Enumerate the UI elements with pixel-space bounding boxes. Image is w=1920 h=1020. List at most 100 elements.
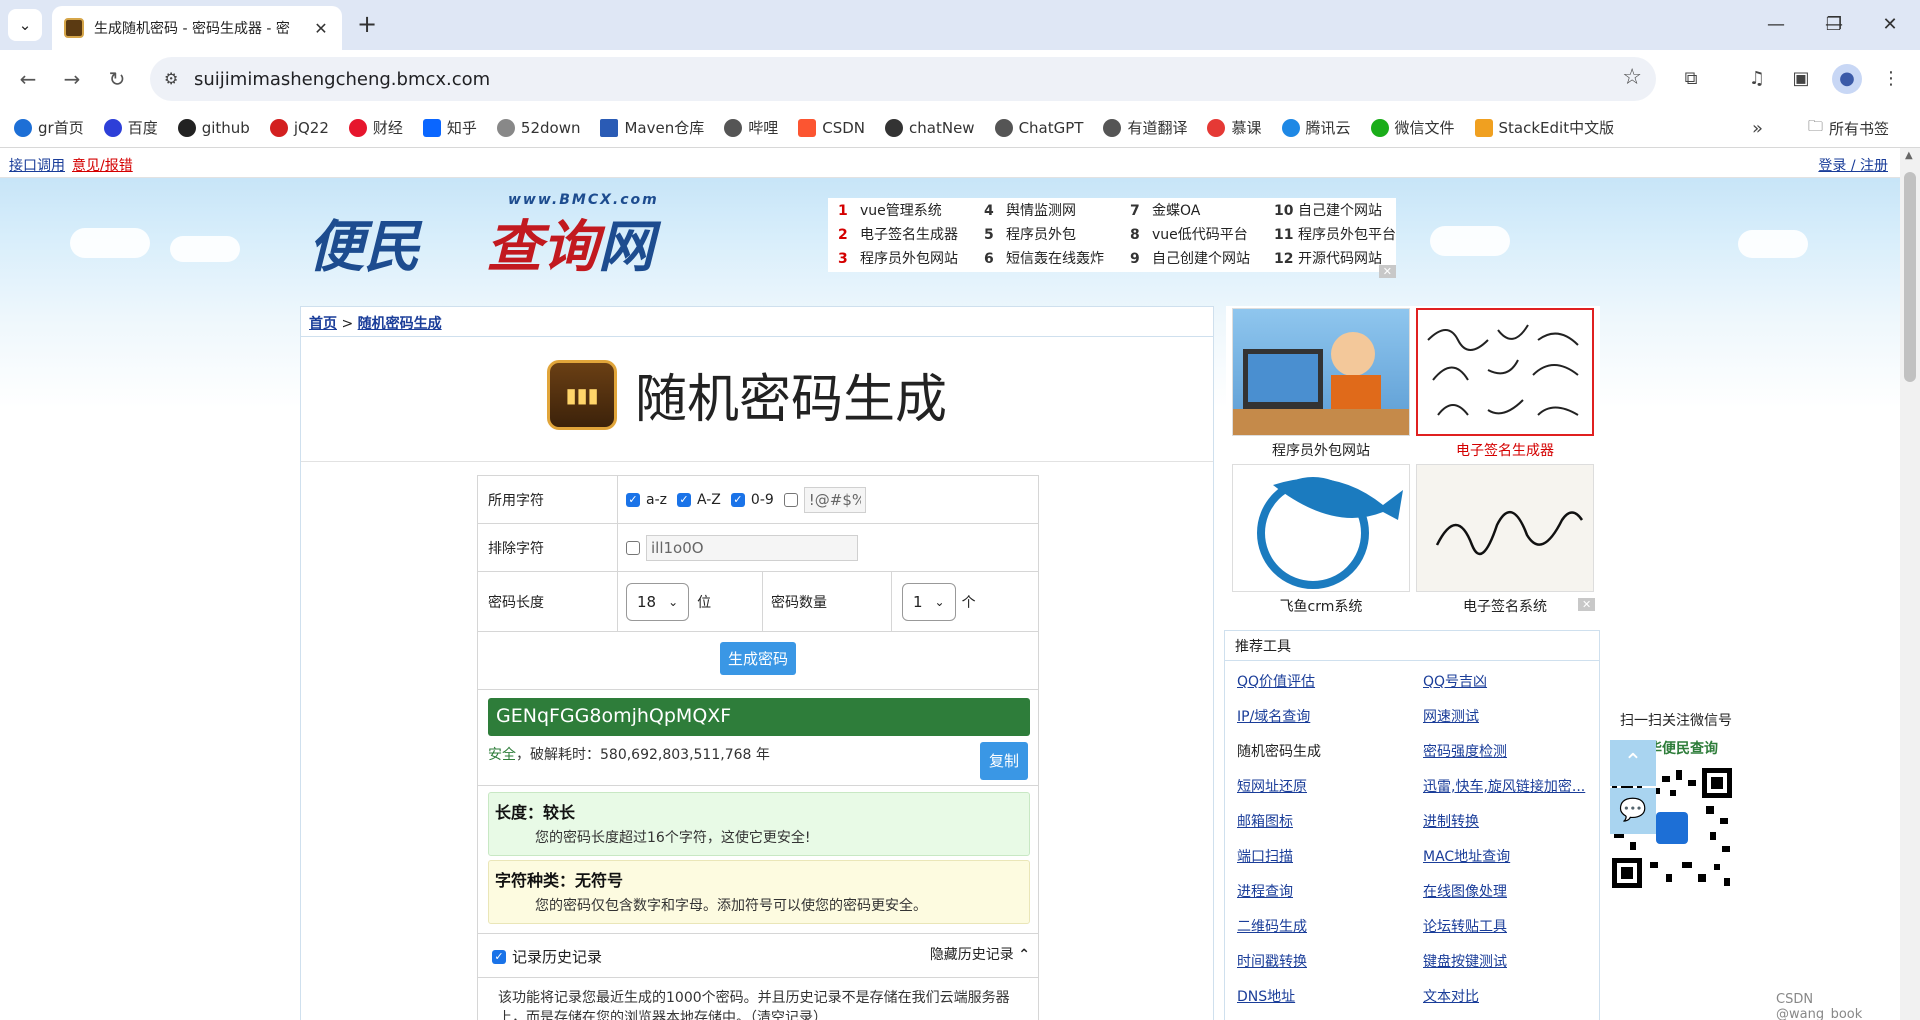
back-icon[interactable]: ← xyxy=(12,63,44,95)
ad-link[interactable]: 9 自己创建个网站 xyxy=(1130,248,1250,268)
tool-link[interactable]: 短网址还原 xyxy=(1237,776,1307,796)
tool-link[interactable]: DNS地址 xyxy=(1237,986,1295,1006)
tool-link[interactable]: 邮箱图标 xyxy=(1237,811,1293,831)
tool-link[interactable]: 密码强度检测 xyxy=(1423,741,1507,761)
bookmark-item[interactable]: 52down xyxy=(496,118,580,137)
tool-link[interactable]: 迅雷,快车,旋风链接加密... xyxy=(1423,776,1595,796)
tool-link[interactable]: 进制转换 xyxy=(1423,811,1479,831)
hide-history-toggle[interactable]: 隐藏历史记录 ⌃ xyxy=(930,944,1030,964)
exclude-checkbox[interactable] xyxy=(626,540,640,555)
feedback-link[interactable]: 意见/报错 xyxy=(72,155,133,175)
restore-icon[interactable]: ❐ xyxy=(1814,10,1854,40)
active-tab[interactable]: 生成随机密码 - 密码生成器 - 密 ✕ xyxy=(52,6,342,50)
tool-link[interactable]: 文本对比 xyxy=(1423,986,1479,1006)
bookmark-item[interactable]: 有道翻译 xyxy=(1103,117,1187,138)
bookmark-item[interactable]: github xyxy=(177,118,250,137)
copy-button[interactable]: 复制 xyxy=(980,742,1028,780)
site-info-icon[interactable]: ⚙ xyxy=(164,69,178,88)
tool-link[interactable]: 在线图像处理 xyxy=(1423,881,1507,901)
bookmark-item[interactable]: 财经 xyxy=(348,117,403,138)
programmer-image[interactable] xyxy=(1232,308,1410,436)
scroll-up-icon[interactable]: ▲ xyxy=(1905,150,1913,161)
minimize-icon[interactable]: — xyxy=(1756,10,1796,40)
signature-system-image[interactable] xyxy=(1416,464,1594,592)
tool-link[interactable]: IP/域名查询 xyxy=(1237,706,1310,726)
tool-link[interactable]: MAC地址查询 xyxy=(1423,846,1510,866)
tool-link[interactable]: 论坛转贴工具 xyxy=(1423,916,1507,936)
breadcrumb-home[interactable]: 首页 xyxy=(309,316,337,332)
ad-link[interactable]: 3 程序员外包网站 xyxy=(838,248,958,268)
symbols-checkbox[interactable] xyxy=(783,492,798,507)
lowercase-checkbox[interactable]: ✓ xyxy=(626,492,640,507)
tool-link[interactable]: 键盘按键测试 xyxy=(1423,951,1507,971)
bookmark-item[interactable]: ChatGPT xyxy=(994,118,1083,137)
site-logo[interactable]: www.BMCX.com 便民 查询 网 xyxy=(308,192,688,292)
forward-icon[interactable]: → xyxy=(56,63,88,95)
image-caption[interactable]: 电子签名生成器 xyxy=(1416,440,1594,460)
ad-close-icon[interactable]: ✕ xyxy=(1578,598,1596,611)
url-input[interactable] xyxy=(194,65,1544,93)
ad-link[interactable]: 11 程序员外包平台 xyxy=(1274,224,1396,244)
side-panel-icon[interactable]: ▣ xyxy=(1786,64,1816,94)
close-window-icon[interactable]: ✕ xyxy=(1870,10,1910,40)
chat-button[interactable]: 💬 xyxy=(1610,788,1656,834)
menu-kebab-icon[interactable]: ⋮ xyxy=(1876,64,1906,94)
bookmark-item[interactable]: chatNew xyxy=(885,118,975,137)
page-scrollbar[interactable]: ▲ xyxy=(1900,148,1920,1020)
generate-button[interactable]: 生成密码 xyxy=(719,642,796,675)
all-bookmarks-button[interactable]: 🗀 所有书签 xyxy=(1808,116,1889,141)
profile-avatar-icon[interactable]: ● xyxy=(1832,64,1862,94)
new-tab-button[interactable]: + xyxy=(352,10,382,40)
more-bookmarks-button[interactable]: » xyxy=(1752,118,1763,139)
ad-link[interactable]: 4 舆情监测网 xyxy=(984,200,1076,220)
ad-link[interactable]: 7 金蝶OA xyxy=(1130,200,1200,220)
length-select[interactable]: 18 ⌄ xyxy=(626,582,690,621)
ad-link[interactable]: 2 电子签名生成器 xyxy=(838,224,958,244)
bookmark-item[interactable]: CSDN xyxy=(798,118,865,137)
api-link[interactable]: 接口调用 xyxy=(9,155,65,175)
bookmark-item[interactable]: 慕课 xyxy=(1207,117,1262,138)
exclude-input[interactable] xyxy=(646,534,858,561)
bookmark-item[interactable]: jQ22 xyxy=(269,118,329,137)
tool-link[interactable]: 时间戳转换 xyxy=(1237,951,1307,971)
ad-link[interactable]: 10 自己建个网站 xyxy=(1274,200,1382,220)
bookmark-item[interactable]: gr首页 xyxy=(14,117,84,138)
history-checkbox[interactable]: ✓ xyxy=(492,949,506,964)
media-control-icon[interactable]: ♫ xyxy=(1742,64,1772,94)
symbols-input[interactable] xyxy=(803,486,866,513)
extensions-icon[interactable]: ⧉ xyxy=(1676,64,1706,94)
bookmark-item[interactable]: 腾讯云 xyxy=(1281,117,1351,138)
tool-link[interactable]: 二维码生成 xyxy=(1237,916,1307,936)
tool-link[interactable]: 网速测试 xyxy=(1423,706,1479,726)
uppercase-checkbox[interactable]: ✓ xyxy=(676,492,691,507)
bookmark-star-icon[interactable]: ☆ xyxy=(1622,65,1642,90)
ad-close-icon[interactable]: ✕ xyxy=(1378,265,1396,278)
close-tab-icon[interactable]: ✕ xyxy=(312,19,330,38)
tool-link[interactable]: 进程查询 xyxy=(1237,881,1293,901)
digits-checkbox[interactable]: ✓ xyxy=(730,492,745,507)
count-select[interactable]: 1 ⌄ xyxy=(902,582,956,621)
tool-link[interactable]: QQ价值评估 xyxy=(1237,671,1315,691)
image-caption[interactable]: 程序员外包网站 xyxy=(1232,440,1410,460)
scrollbar-thumb[interactable] xyxy=(1904,172,1916,382)
address-bar[interactable]: ⚙ ☆ xyxy=(150,57,1656,101)
tab-search-button[interactable]: ⌄ xyxy=(8,9,42,41)
image-caption[interactable]: 电子签名系统 xyxy=(1416,596,1594,616)
bookmark-item[interactable]: Maven仓库 xyxy=(600,117,704,138)
bookmark-item[interactable]: 知乎 xyxy=(422,117,477,138)
tool-link[interactable]: QQ号吉凶 xyxy=(1423,671,1487,691)
ad-link[interactable]: 12 开源代码网站 xyxy=(1274,248,1382,268)
tool-link[interactable]: 端口扫描 xyxy=(1237,846,1293,866)
bookmark-item[interactable]: 哔哩 xyxy=(724,117,778,138)
signature-image[interactable] xyxy=(1416,308,1594,436)
ad-link[interactable]: 5 程序员外包 xyxy=(984,224,1076,244)
password-output[interactable]: GENqFGG8omjhQpMQXF xyxy=(488,698,1030,736)
login-register-link[interactable]: 登录 / 注册 xyxy=(1818,155,1888,175)
ad-link[interactable]: 8 vue低代码平台 xyxy=(1130,224,1248,244)
bookmark-item[interactable]: 百度 xyxy=(103,117,158,138)
image-caption[interactable]: 飞鱼crm系统 xyxy=(1232,596,1410,616)
ad-link[interactable]: 1 vue管理系统 xyxy=(838,200,942,220)
back-to-top-button[interactable]: ⌃ xyxy=(1610,740,1656,786)
bookmark-item[interactable]: StackEdit中文版 xyxy=(1474,117,1614,138)
breadcrumb-current[interactable]: 随机密码生成 xyxy=(358,316,442,332)
